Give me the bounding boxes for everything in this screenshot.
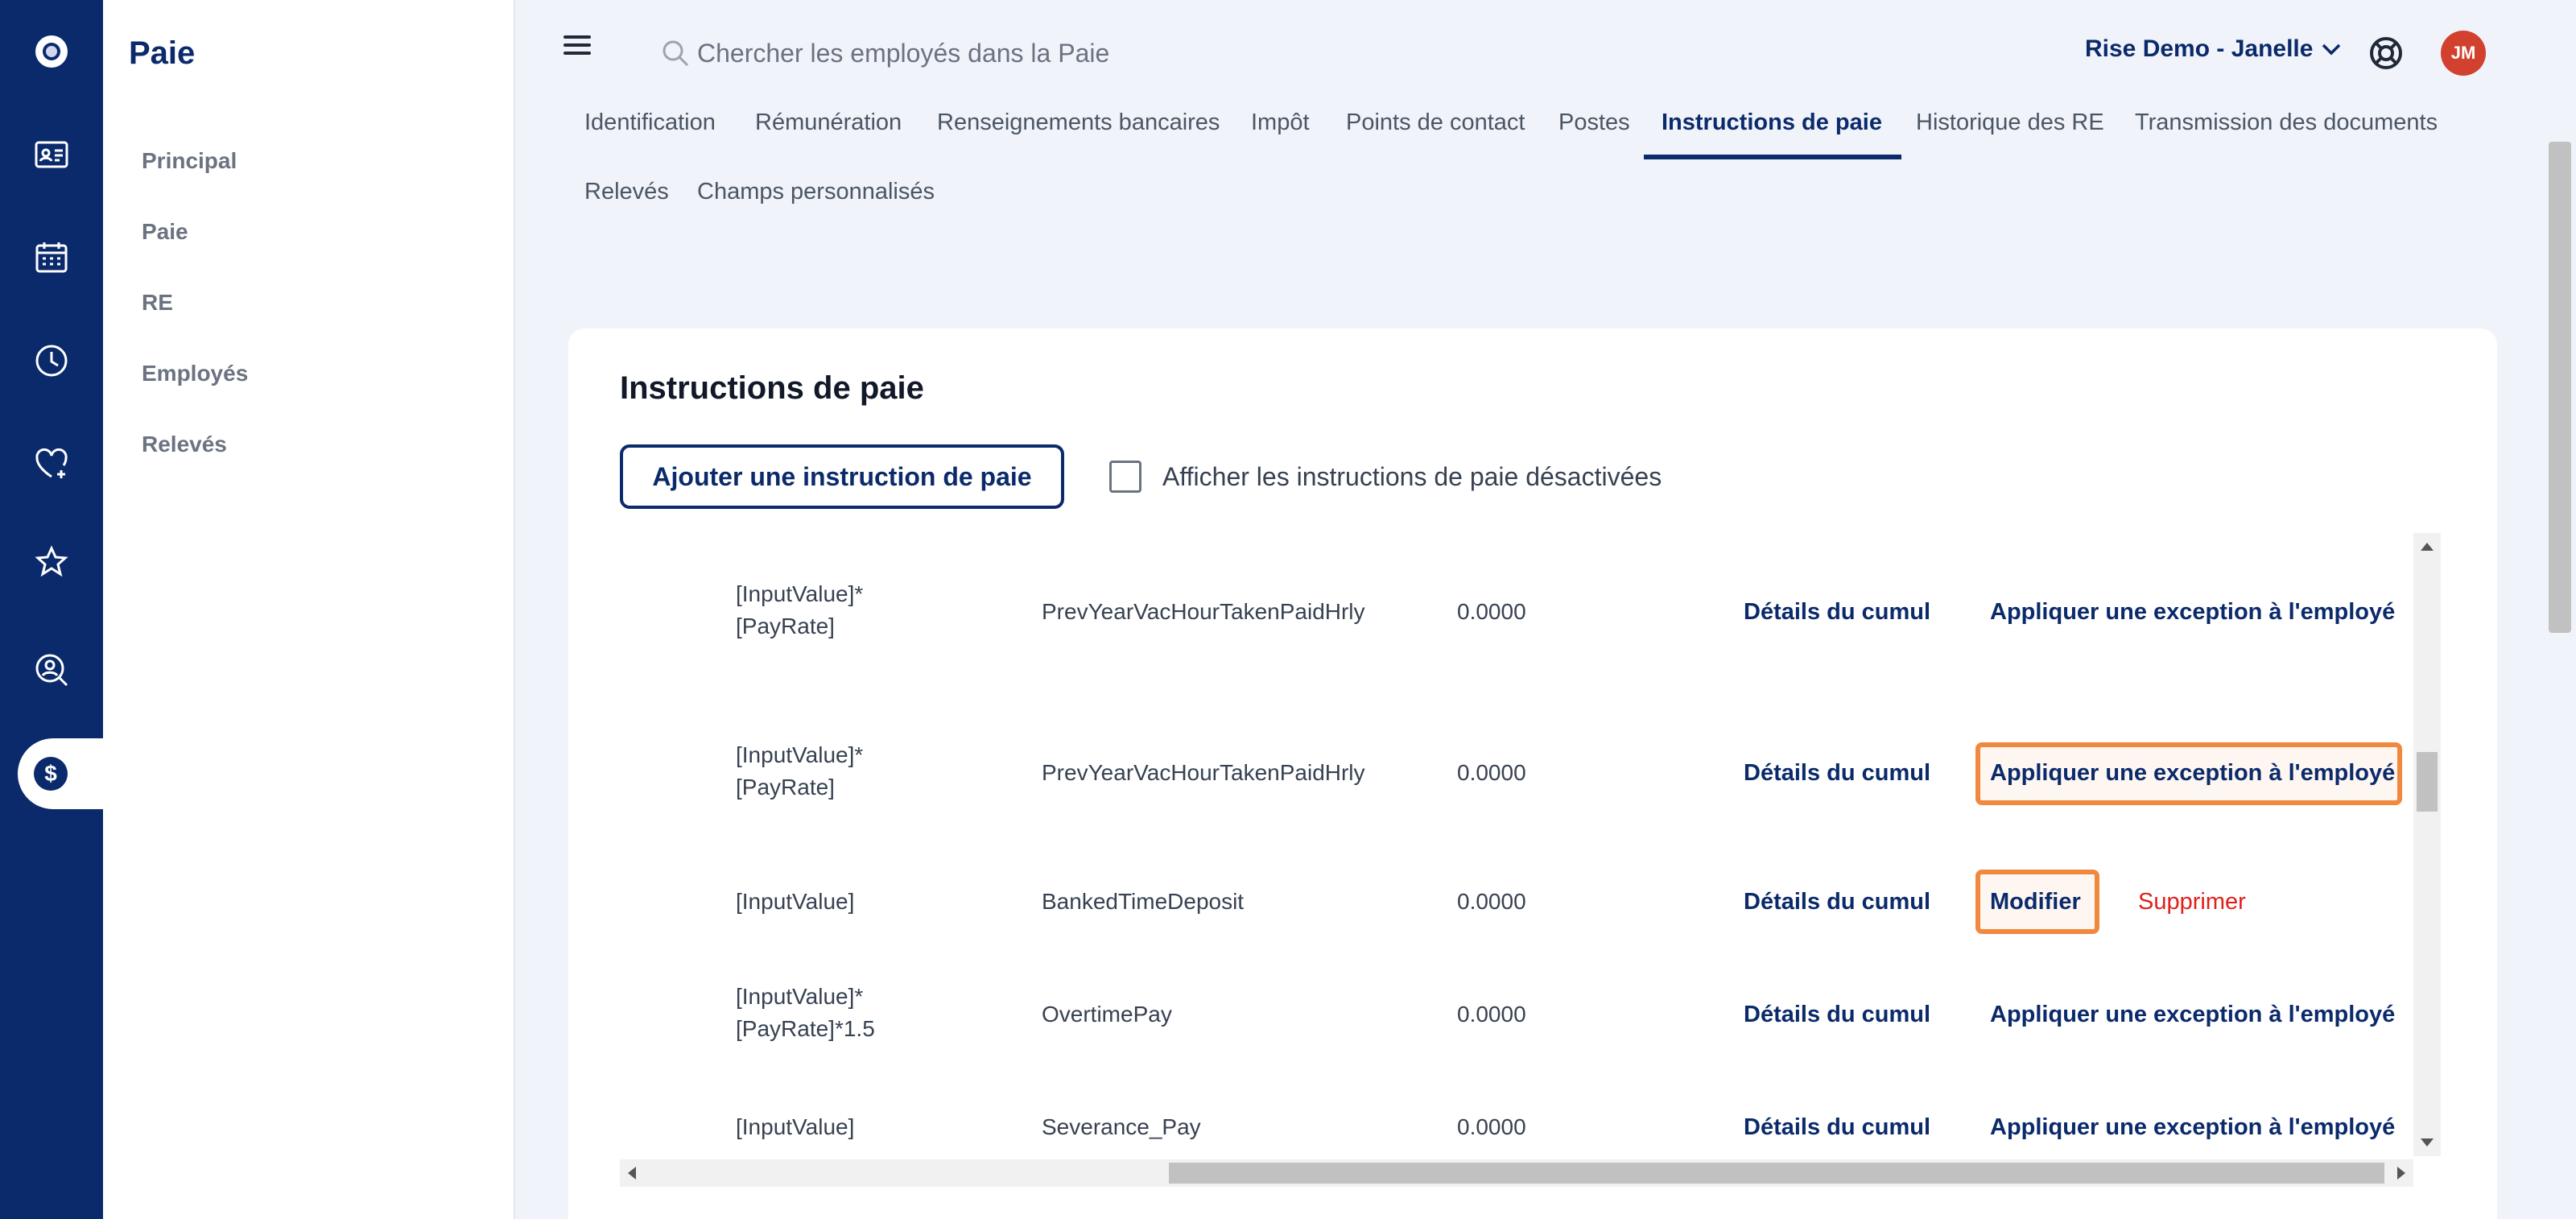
tab-renseignements-bancaires[interactable]: Renseignements bancaires [937, 110, 1220, 136]
scroll-down-arrow-icon[interactable] [2421, 1138, 2434, 1147]
clock-icon[interactable] [0, 322, 103, 399]
sidebar-item-principal[interactable]: Principal [142, 148, 237, 174]
search-person-icon[interactable] [0, 631, 103, 709]
row-value: 0.0000 [1457, 1114, 1526, 1139]
scroll-thumb[interactable] [2417, 752, 2438, 812]
sidebar-item-releves[interactable]: Relevés [142, 432, 227, 457]
calendar-icon[interactable] [0, 219, 103, 296]
heart-plus-icon[interactable] [0, 425, 103, 502]
row-name: Severance_Pay [1042, 1114, 1201, 1139]
row-formula: [InputValue]* [PayRate]*1.5 [736, 984, 875, 1041]
card-title: Instructions de paie [620, 370, 924, 406]
row-name: PrevYearVacHourTakenPaidHrly [1042, 760, 1365, 785]
row-delete-link[interactable]: Supprimer [2138, 886, 2246, 918]
sidebar-item-employes[interactable]: Employés [142, 361, 248, 386]
scroll-left-arrow-icon[interactable] [628, 1167, 636, 1180]
row-value: 0.0000 [1457, 889, 1526, 914]
row-apply-exception-link[interactable]: Appliquer une exception à l'employé [1990, 596, 2395, 628]
row-apply-exception-link[interactable]: Appliquer une exception à l'employé [1990, 998, 2395, 1031]
row-name: OvertimePay [1042, 1002, 1172, 1027]
row-apply-exception-link[interactable]: Appliquer une exception à l'employé [1990, 1111, 2395, 1143]
row-value: 0.0000 [1457, 760, 1526, 785]
row-apply-exception-link[interactable]: Appliquer une exception à l'employé [1990, 757, 2395, 789]
row-formula: [InputValue] [736, 1114, 855, 1139]
row-formula: [InputValue] [736, 889, 855, 914]
tab-transmission-des-documents[interactable]: Transmission des documents [2135, 110, 2438, 136]
scroll-right-arrow-icon[interactable] [2397, 1167, 2405, 1180]
row-value: 0.0000 [1457, 599, 1526, 624]
star-badge-icon[interactable] [0, 525, 103, 602]
show-disabled-label: Afficher les instructions de paie désact… [1162, 462, 1662, 491]
row-value: 0.0000 [1457, 1002, 1526, 1027]
sidebar-item-re[interactable]: RE [142, 290, 173, 316]
page-scrollbar-thumb[interactable] [2549, 142, 2571, 633]
row-details-link[interactable]: Détails du cumul [1744, 998, 1930, 1031]
search-input[interactable] [697, 38, 1341, 68]
app-rail: $ [0, 0, 103, 1219]
row-details-link[interactable]: Détails du cumul [1744, 596, 1930, 628]
active-tab-indicator [1644, 155, 1901, 159]
table-vertical-scrollbar[interactable] [2413, 533, 2441, 1156]
tab-champs-personnalises[interactable]: Champs personnalisés [697, 179, 935, 205]
tab-postes[interactable]: Postes [1558, 110, 1630, 136]
sidebar: Paie Principal Paie RE Employés Relevés [103, 0, 515, 1219]
company-selector[interactable]: Rise Demo - Janelle [2085, 35, 2342, 63]
sidebar-item-paie[interactable]: Paie [142, 219, 188, 245]
row-formula: [InputValue]* [PayRate] [736, 581, 864, 638]
logo-icon[interactable] [0, 13, 103, 90]
id-card-icon[interactable] [0, 116, 103, 193]
avatar[interactable]: JM [2441, 31, 2486, 76]
scroll-up-arrow-icon[interactable] [2421, 543, 2434, 551]
tab-releves[interactable]: Relevés [584, 179, 669, 205]
search-bar[interactable] [660, 32, 1385, 74]
sidebar-title: Paie [129, 35, 196, 71]
company-name: Rise Demo - Janelle [2085, 35, 2314, 62]
table-horizontal-scrollbar[interactable] [620, 1159, 2413, 1187]
row-edit-link[interactable]: Modifier [1990, 886, 2081, 918]
dollar-icon: $ [34, 757, 68, 791]
row-details-link[interactable]: Détails du cumul [1744, 886, 1930, 918]
row-name: BankedTimeDeposit [1042, 889, 1245, 914]
row-formula: [InputValue]* [PayRate] [736, 742, 864, 800]
tab-remuneration[interactable]: Rémunération [755, 110, 902, 136]
row-name: PrevYearVacHourTakenPaidHrly [1042, 599, 1365, 624]
tab-instructions-de-paie[interactable]: Instructions de paie [1662, 110, 1882, 136]
nav-payroll-active[interactable]: $ [18, 738, 103, 809]
add-instruction-button[interactable]: Ajouter une instruction de paie [620, 444, 1064, 509]
help-lifebuoy-icon[interactable] [2368, 35, 2404, 71]
menu-icon[interactable] [564, 35, 591, 56]
scroll-thumb[interactable] [1169, 1163, 2384, 1184]
row-details-link[interactable]: Détails du cumul [1744, 1111, 1930, 1143]
show-disabled-checkbox[interactable] [1109, 461, 1141, 493]
tab-points-de-contact[interactable]: Points de contact [1346, 110, 1525, 136]
search-icon [663, 40, 689, 67]
chevron-down-icon [2322, 43, 2341, 56]
tab-impot[interactable]: Impôt [1251, 110, 1310, 136]
tab-identification[interactable]: Identification [584, 110, 716, 136]
tab-historique-des-re[interactable]: Historique des RE [1916, 110, 2104, 136]
row-details-link[interactable]: Détails du cumul [1744, 757, 1930, 789]
